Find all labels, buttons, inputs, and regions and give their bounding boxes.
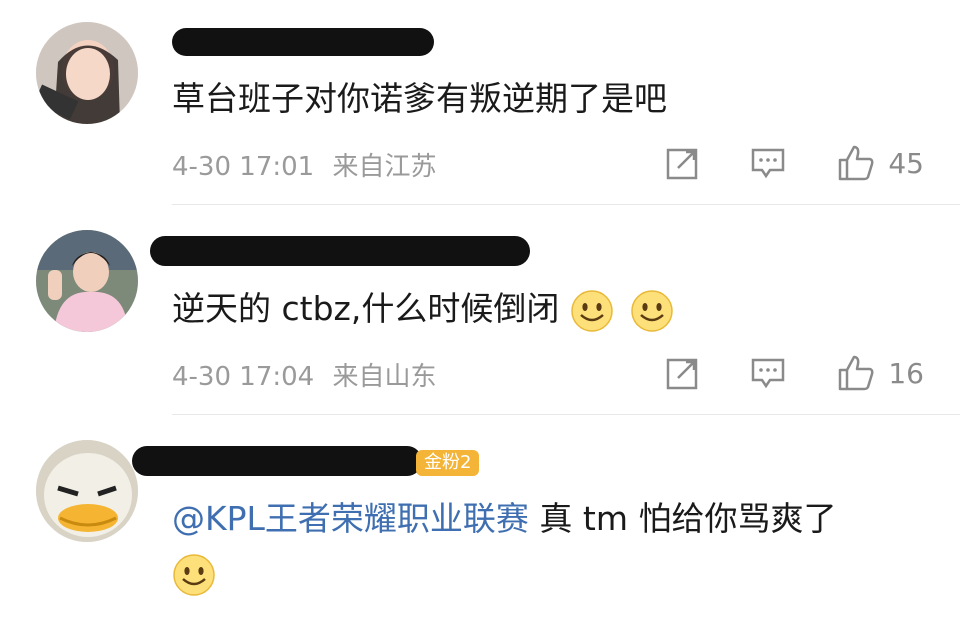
- comment-body: 真 tm 怕给你骂爽了: [528, 499, 837, 538]
- share-button[interactable]: [666, 146, 700, 180]
- smile-emoji: [631, 289, 674, 332]
- comment-icon: [752, 358, 785, 389]
- reply-button[interactable]: [750, 356, 786, 390]
- like-count: 45: [888, 146, 924, 180]
- comment-meta: 4-30 17:01 来自江苏: [172, 146, 436, 183]
- like-button[interactable]: 45: [836, 144, 924, 182]
- comment-text-line2: [172, 550, 216, 597]
- like-button[interactable]: 16: [836, 354, 924, 392]
- comment-location: 来自山东: [332, 362, 437, 392]
- fan-badge: 金粉2: [416, 450, 480, 476]
- avatar[interactable]: [36, 440, 138, 542]
- comment-text: @KPL王者荣耀职业联赛 真 tm 怕给你骂爽了: [172, 496, 837, 542]
- share-icon: [667, 148, 698, 180]
- comment-time: 4-30 17:04: [172, 362, 315, 392]
- comment-meta: 4-30 17:04 来自山东: [172, 356, 436, 393]
- smile-emoji: [571, 289, 613, 332]
- avatar[interactable]: [36, 230, 138, 332]
- comment-icon: [752, 148, 785, 179]
- smile-emoji: [173, 553, 215, 596]
- like-icon: [839, 145, 874, 181]
- divider: [172, 414, 960, 415]
- avatar[interactable]: [36, 22, 138, 124]
- comment-time: 4-30 17:01: [172, 152, 315, 182]
- comment-body: 逆天的 ctbz,什么时候倒闭: [172, 289, 560, 328]
- username-redacted: [172, 28, 434, 56]
- divider: [172, 204, 960, 205]
- comment-actions: 45: [666, 144, 924, 182]
- like-count: 16: [888, 356, 924, 390]
- comment-actions: 16: [666, 354, 924, 392]
- username-redacted: [150, 236, 530, 266]
- reply-button[interactable]: [750, 146, 786, 180]
- comment-text: 草台班子对你诺爹有叛逆期了是吧: [172, 79, 667, 118]
- share-icon: [667, 358, 698, 390]
- comment-location: 来自江苏: [332, 152, 437, 182]
- username-redacted: [132, 446, 422, 476]
- comment-text: 逆天的 ctbz,什么时候倒闭: [172, 286, 674, 333]
- mention-link[interactable]: @KPL王者荣耀职业联赛: [172, 499, 529, 538]
- share-button[interactable]: [666, 356, 700, 390]
- like-icon: [839, 355, 874, 391]
